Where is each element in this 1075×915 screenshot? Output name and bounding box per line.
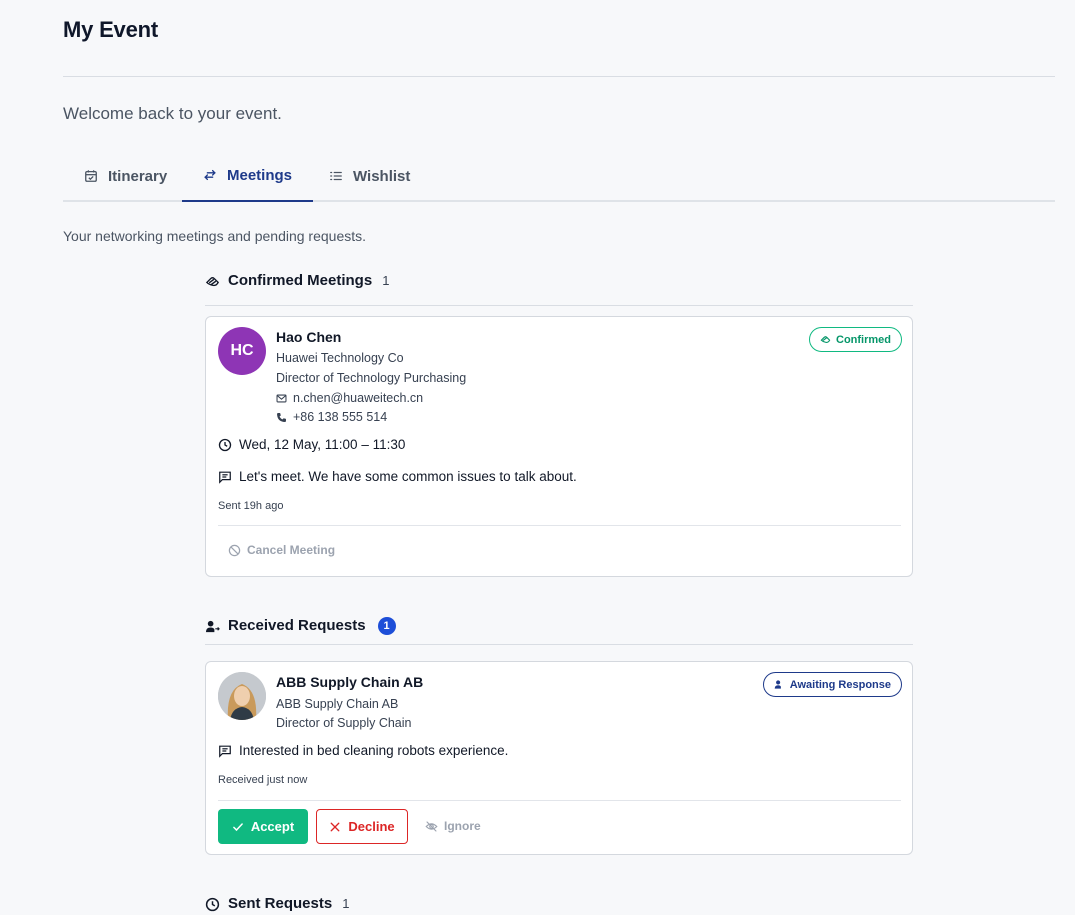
received-count-badge: 1 <box>377 617 396 635</box>
tab-itinerary-label: Itinerary <box>108 167 168 185</box>
email-text: n.chen@huaweitech.cn <box>293 391 424 405</box>
cancel-meeting-button[interactable]: Cancel Meeting <box>228 543 335 557</box>
contact-name: Hao Chen <box>276 329 342 345</box>
avatar: HC <box>218 327 266 375</box>
phone-icon <box>277 412 286 422</box>
request-message: Interested in bed cleaning robots experi… <box>218 743 508 758</box>
received-request-card: ABB Supply Chain AB ABB Supply Chain AB … <box>205 661 913 855</box>
meeting-message: Let's meet. We have some common issues t… <box>218 469 577 484</box>
tab-bar: Itinerary Meetings Wishlist <box>63 150 1055 202</box>
phone-text: +86 138 555 514 <box>293 410 388 424</box>
status-badge: Confirmed <box>809 327 902 352</box>
decline-label: Decline <box>348 819 395 834</box>
status-label: Confirmed <box>836 333 891 346</box>
message-icon <box>219 471 231 484</box>
arrows-swap-icon <box>204 169 216 181</box>
contact-company: Huawei Technology Co <box>276 351 404 365</box>
avatar <box>218 672 266 720</box>
clock-icon <box>205 897 220 912</box>
contact-email[interactable]: n.chen@huaweitech.cn <box>276 391 423 405</box>
contact-company: ABB Supply Chain AB <box>276 697 399 711</box>
message-text: Interested in bed cleaning robots experi… <box>239 743 509 758</box>
sent-count: 1 <box>342 896 350 911</box>
profile-photo-icon <box>218 672 266 720</box>
tab-meetings[interactable]: Meetings <box>182 150 314 202</box>
sent-requests-header: Sent Requests 1 <box>205 895 913 915</box>
sent-timestamp: Sent 19h ago <box>218 500 284 512</box>
contact-phone[interactable]: +86 138 555 514 <box>276 410 387 424</box>
card-divider <box>218 525 901 526</box>
contact-name: ABB Supply Chain AB <box>276 674 424 690</box>
list-icon <box>330 171 342 181</box>
close-icon <box>330 822 340 831</box>
status-label: Awaiting Response <box>789 678 891 691</box>
contact-role: Director of Technology Purchasing <box>276 371 467 385</box>
intro-text: Your networking meetings and pending req… <box>63 228 367 244</box>
card-divider <box>218 800 901 801</box>
meeting-time-text: Wed, 12 May, 11:00 – 11:30 <box>239 437 406 452</box>
handshake-icon <box>820 336 831 343</box>
ignore-label: Ignore <box>444 819 481 833</box>
sent-requests-title: Sent Requests <box>228 895 333 912</box>
accept-button[interactable]: Accept <box>218 809 308 844</box>
received-timestamp: Received just now <box>218 774 308 786</box>
header-divider <box>63 76 1055 77</box>
check-icon <box>232 822 243 831</box>
handshake-icon <box>205 277 219 287</box>
ban-icon <box>228 544 241 556</box>
message-icon <box>219 745 231 758</box>
accept-label: Accept <box>250 819 295 834</box>
confirmed-meeting-card: HC Hao Chen Huawei Technology Co Directo… <box>205 316 913 577</box>
tab-meetings-label: Meetings <box>227 166 293 184</box>
confirmed-meetings-title: Confirmed Meetings <box>228 272 373 289</box>
message-text: Let's meet. We have some common issues t… <box>239 469 577 484</box>
ignore-button[interactable]: Ignore <box>425 819 481 833</box>
contact-role: Director of Supply Chain <box>276 716 412 730</box>
user-arrow-icon <box>205 620 220 633</box>
tab-itinerary[interactable]: Itinerary <box>63 150 188 202</box>
user-arrow-icon <box>774 680 781 689</box>
received-requests-header: Received Requests 1 <box>205 617 913 645</box>
tab-wishlist[interactable]: Wishlist <box>308 150 431 202</box>
eye-off-icon <box>425 820 438 832</box>
page-title: My Event <box>63 17 158 42</box>
tab-wishlist-label: Wishlist <box>353 167 411 185</box>
confirmed-count: 1 <box>382 273 390 288</box>
received-requests-title: Received Requests <box>228 617 366 634</box>
cancel-meeting-label: Cancel Meeting <box>247 543 336 557</box>
decline-button[interactable]: Decline <box>316 809 408 844</box>
status-badge: Awaiting Response <box>762 672 902 697</box>
clock-icon <box>218 438 232 451</box>
meeting-time: Wed, 12 May, 11:00 – 11:30 <box>218 437 405 452</box>
confirmed-meetings-header: Confirmed Meetings 1 <box>205 272 913 306</box>
mail-icon <box>276 394 287 402</box>
calendar-check-icon <box>85 170 97 182</box>
welcome-text: Welcome back to your event. <box>63 104 282 123</box>
